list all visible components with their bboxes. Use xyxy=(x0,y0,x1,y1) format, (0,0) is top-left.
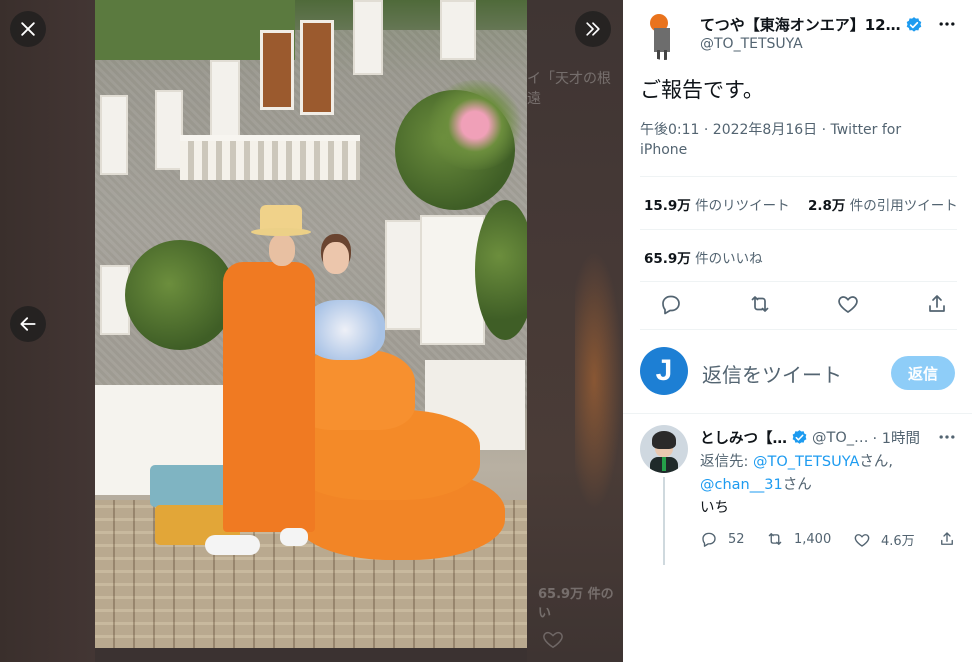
reply-body: 返信先: @TO_TETSUYAさん, @chan__31さん いち xyxy=(700,451,950,520)
share-icon xyxy=(941,532,953,545)
tweet-meta: 午後0:11 · 2022年8月16日 · Twitter for iPhone xyxy=(640,120,940,160)
reply-actions: 52 1,400 4.6万 xyxy=(700,530,962,550)
reply-author-name[interactable]: としみつ【… xyxy=(700,427,787,448)
retweets-count: 15.9万 xyxy=(644,198,691,214)
photo-window-door xyxy=(300,20,334,115)
divider xyxy=(623,413,972,414)
retweets-label: 件のリツイート xyxy=(690,198,790,214)
reply-header: としみつ【… @TO_… · 1時間 xyxy=(700,427,920,448)
tweet-text: ご報告です。 xyxy=(640,78,764,102)
retweet-icon xyxy=(768,533,782,545)
photo-roses xyxy=(425,80,525,170)
reply-input[interactable]: 返信をツイート xyxy=(702,359,842,388)
photo-shutter xyxy=(155,90,183,170)
photo-shutter xyxy=(440,0,476,60)
arrow-left-icon xyxy=(20,317,36,331)
tweet-actions xyxy=(659,292,949,320)
author-handle[interactable]: @TO_TETSUYA xyxy=(700,36,803,52)
mention-link[interactable]: @chan__31 xyxy=(700,477,783,493)
reply-more-button[interactable] xyxy=(937,427,957,447)
photo-shutter xyxy=(100,95,128,175)
hide-panel-button[interactable] xyxy=(575,11,611,47)
reply-reply-button[interactable]: 52 xyxy=(700,530,745,548)
reply-composer: J 返信をツイート 返信 xyxy=(640,347,960,397)
author-display-name[interactable]: てつや【東海オンエア】12… xyxy=(700,14,901,35)
like-icon xyxy=(854,533,870,547)
divider xyxy=(640,281,957,282)
current-user-avatar[interactable]: J xyxy=(640,347,688,395)
photo-vine xyxy=(475,200,527,340)
likes-label: 件のいいね xyxy=(690,251,763,267)
reply-icon[interactable] xyxy=(659,292,683,316)
photo-shoe xyxy=(205,535,260,555)
photo-balcony xyxy=(180,135,360,180)
tweet-timestamp[interactable]: 午後0:11 · 2022年8月16日 · xyxy=(640,122,831,138)
background-ghost-likes: 65.9万 件のい xyxy=(538,587,614,621)
tweet-detail-panel: てつや【東海オンエア】12… @TO_TETSUYA ご報告です。 午後0:11… xyxy=(623,0,972,662)
thread-line xyxy=(663,477,665,565)
photo-hat-brim xyxy=(251,228,311,236)
like-icon[interactable] xyxy=(836,292,860,316)
share-icon[interactable] xyxy=(925,292,949,316)
like-count: 4.6万 xyxy=(881,534,915,549)
tweet-photo[interactable] xyxy=(95,0,527,648)
media-viewer: イ「天才の根遠 65.9万 件のい xyxy=(0,0,623,662)
reply-button[interactable]: 返信 xyxy=(891,356,955,390)
quotes-count: 2.8万 xyxy=(808,198,846,214)
background-ghost-photo xyxy=(575,250,623,510)
photo-shutter xyxy=(210,60,240,145)
reply-count: 52 xyxy=(728,531,745,547)
divider xyxy=(640,329,957,330)
reply-to-line: 返信先: @TO_TETSUYAさん, xyxy=(700,451,950,474)
photo-bride-head xyxy=(323,242,349,274)
reply-to-suffix: さん, xyxy=(859,454,893,470)
reply-icon xyxy=(702,532,716,547)
reply-to-line-2: @chan__31さん xyxy=(700,474,950,497)
previous-image-button[interactable] xyxy=(10,306,46,342)
photo-shoe xyxy=(280,528,308,546)
more-icon xyxy=(939,435,955,439)
tweet-author: てつや【東海オンエア】12… @TO_TETSUYA xyxy=(640,12,960,60)
close-button[interactable] xyxy=(10,11,46,47)
reply-retweet-button[interactable]: 1,400 xyxy=(766,530,831,548)
photo-vine xyxy=(125,240,235,350)
photo-orange-suit xyxy=(223,262,315,532)
divider xyxy=(640,229,957,230)
background-ghost-text: イ「天才の根遠 xyxy=(527,71,611,107)
verified-badge-icon xyxy=(792,430,807,444)
reply-timestamp[interactable]: · 1時間 xyxy=(873,427,920,448)
mention-link[interactable]: @TO_TETSUYA xyxy=(753,454,859,470)
likes-count: 65.9万 xyxy=(644,251,691,267)
more-options-button[interactable] xyxy=(937,14,957,34)
photo-groom-head xyxy=(269,234,295,266)
reply-to-suffix: さん xyxy=(782,477,812,493)
reply-author-handle[interactable]: @TO_… xyxy=(812,430,869,446)
photo-ruffle xyxy=(305,300,385,360)
reply-to-prefix: 返信先: xyxy=(700,454,753,470)
photo-shutter xyxy=(353,0,383,75)
close-icon xyxy=(21,22,35,36)
reply-share-button[interactable] xyxy=(938,530,956,548)
reply-text: いち xyxy=(700,500,729,516)
quotes-stat[interactable]: 2.8万 件の引用ツイート xyxy=(808,194,958,214)
verified-badge-icon xyxy=(906,16,921,32)
reply-like-button[interactable]: 4.6万 xyxy=(853,530,915,549)
reply-author-avatar[interactable] xyxy=(640,425,688,473)
more-icon xyxy=(939,22,955,26)
retweet-icon[interactable] xyxy=(748,292,772,316)
quotes-label: 件の引用ツイート xyxy=(845,198,958,214)
author-name-row[interactable]: てつや【東海オンエア】12… xyxy=(700,14,923,35)
photo-shutter xyxy=(385,220,425,330)
retweet-count: 1,400 xyxy=(794,531,832,547)
background-heart-icon xyxy=(543,631,563,649)
divider xyxy=(640,176,957,177)
double-chevron-right-icon xyxy=(586,22,600,36)
likes-stat[interactable]: 65.9万 件のいいね xyxy=(644,247,763,267)
retweets-stat[interactable]: 15.9万 件のリツイート xyxy=(644,194,790,214)
author-avatar[interactable] xyxy=(640,12,688,60)
photo-window-door xyxy=(260,30,294,110)
